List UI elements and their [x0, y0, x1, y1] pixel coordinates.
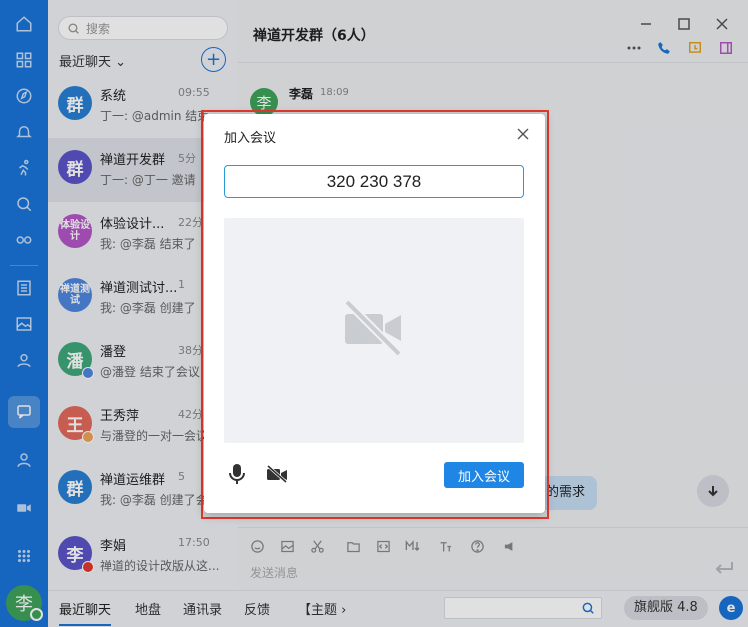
camera-toggle-icon[interactable] [266, 464, 288, 484]
join-meeting-button[interactable]: 加入会议 [444, 462, 524, 488]
camera-off-icon [344, 299, 402, 357]
close-icon[interactable] [517, 128, 529, 140]
dialog-title: 加入会议 [224, 131, 277, 146]
meeting-id-input[interactable] [224, 165, 524, 198]
join-meeting-dialog: 加入会议 加入会议 [204, 114, 545, 513]
camera-preview [224, 218, 524, 443]
microphone-icon[interactable] [228, 463, 246, 485]
